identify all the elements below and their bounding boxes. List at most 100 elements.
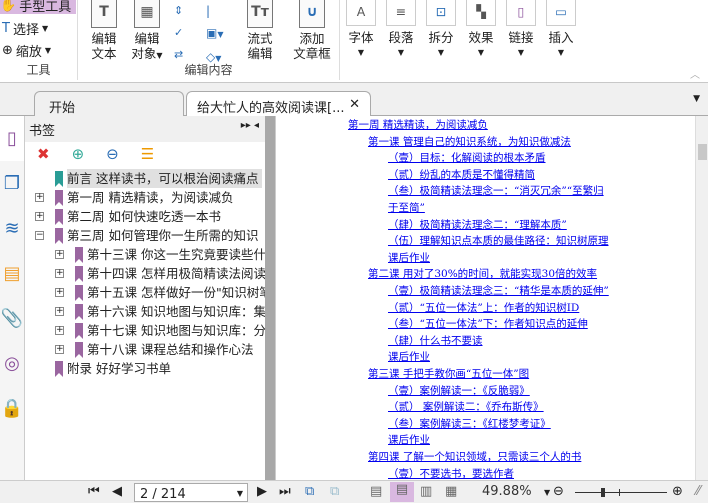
toc-link[interactable]: 课后作业: [388, 250, 430, 265]
attachments-panel-icon[interactable]: 📎: [0, 296, 24, 341]
toc-link[interactable]: （肆）什么书不要读: [388, 333, 483, 348]
scroll-thumb[interactable]: [698, 144, 707, 160]
panel-splitter[interactable]: [265, 116, 275, 480]
goto-bookmark-icon[interactable]: ⊖: [106, 145, 119, 169]
vertical-scrollbar[interactable]: [695, 116, 708, 480]
split-button[interactable]: ⊡ 拆分 ▼: [423, 0, 459, 60]
toc-link[interactable]: （贰） 案例解读二：《乔布斯传》: [388, 399, 544, 414]
bookmark-panel-icon[interactable]: ▯: [0, 116, 24, 161]
add-article-frame-button[interactable]: ∪ 添加 文章框: [290, 0, 334, 61]
toc-link[interactable]: （肆）极简精读法理念二：“理解本质”: [388, 217, 567, 232]
toc-link[interactable]: 于至简”: [388, 200, 425, 215]
toc-link[interactable]: （壹）目标：化解阅读的根本矛盾: [388, 150, 546, 165]
layers-panel-icon[interactable]: ≋: [0, 206, 24, 251]
toc-link[interactable]: （壹）不要选书，要选作者: [388, 466, 514, 481]
bookmark-item[interactable]: + 第二周 如何快速吃透一本书: [25, 207, 265, 226]
next-page-icon[interactable]: ▶: [257, 484, 267, 499]
edit-object-button[interactable]: ▦ 编辑 对象▼: [126, 0, 168, 63]
resize-grip-icon[interactable]: ⁄⁄: [696, 484, 700, 499]
toc-link[interactable]: 第四课 了解一个知识领域，只需读三个人的书: [368, 449, 581, 464]
signature-panel-icon[interactable]: ◎: [0, 341, 24, 386]
expand-icon[interactable]: +: [55, 288, 64, 297]
toc-link[interactable]: （壹）案例解读一：《反脆弱》: [388, 383, 530, 398]
bookmark-item[interactable]: + 第十六课 知识地图与知识库：集: [25, 302, 266, 321]
bookmark-item[interactable]: 附录 好好学习书单: [25, 359, 265, 378]
zoom-dropdown-icon[interactable]: ▼: [544, 488, 550, 497]
text-select-icon: T: [2, 21, 10, 36]
image-comment-icon[interactable]: ▣▼: [206, 22, 224, 46]
pages-panel-icon[interactable]: ❐: [0, 161, 24, 206]
expand-icon[interactable]: +: [35, 212, 44, 221]
toc-link[interactable]: 课后作业: [388, 349, 430, 364]
zoom-out-icon[interactable]: ⊖: [553, 484, 564, 499]
zoom-slider-thumb[interactable]: [600, 488, 605, 497]
single-page-icon[interactable]: ▤: [370, 484, 382, 499]
insert-button[interactable]: ▭ 插入 ▼: [543, 0, 579, 60]
line-spacing-icon[interactable]: ⇕: [174, 0, 183, 22]
tab-list-dropdown-icon[interactable]: ▼: [693, 94, 700, 104]
bookmark-icon: [55, 209, 63, 225]
toc-link[interactable]: （贰）“五位一体法”上：作者的知识树ID: [388, 300, 579, 315]
flow-edit-button[interactable]: Tт 流式 编辑: [242, 0, 278, 61]
tab-start[interactable]: 开始: [34, 91, 184, 116]
close-tab-icon[interactable]: ✕: [349, 97, 360, 112]
collapse-ribbon-icon[interactable]: ︿: [690, 66, 700, 81]
bookmark-options-icon[interactable]: ☰: [141, 145, 154, 169]
comments-panel-icon[interactable]: ▤: [0, 251, 24, 296]
toc-link[interactable]: （贰）纷乱的本质是不懂得精简: [388, 167, 535, 182]
link-icon: ▯: [506, 0, 536, 26]
toc-link[interactable]: （叁）极简精读法理念一：“消灭冗余”“至繁归: [388, 183, 604, 198]
panel-collapse-icon[interactable]: ▸▸ ◂: [241, 120, 259, 131]
last-page-icon[interactable]: ⏭: [279, 484, 291, 499]
expand-icon[interactable]: +: [55, 326, 64, 335]
tab-document[interactable]: 给大忙人的高效阅读课[... ✕: [186, 91, 371, 116]
paragraph-button[interactable]: ≡ 段落 ▼: [383, 0, 419, 60]
zoom-slider[interactable]: [575, 488, 667, 497]
toc-link[interactable]: （叁）案例解读三：《红楼梦考证》: [388, 416, 551, 431]
add-bookmark-icon[interactable]: ⊕: [72, 145, 85, 169]
toc-link[interactable]: 第三课 手把手教你画“五位一体”图: [368, 366, 529, 381]
toc-link[interactable]: 第二课 用对了30%的时间，就能实现30倍的效率: [368, 266, 597, 281]
toc-link[interactable]: （壹）极简精读法理念三：“精华是本质的延伸”: [388, 283, 609, 298]
expand-icon[interactable]: +: [55, 345, 64, 354]
font-button[interactable]: A 字体 ▼: [343, 0, 379, 60]
effect-button[interactable]: ▚ 效果 ▼: [463, 0, 499, 60]
prev-page-icon[interactable]: ◀: [112, 484, 122, 499]
hand-tool-button[interactable]: ✋ 手型工具: [0, 0, 76, 15]
bookmark-item[interactable]: + 第十三课 你这一生究竟要读些什: [25, 245, 266, 264]
link-button[interactable]: ▯ 链接 ▼: [503, 0, 539, 60]
bookmark-item[interactable]: + 第十七课 知识地图与知识库：分: [25, 321, 266, 340]
security-panel-icon[interactable]: 🔒: [0, 386, 24, 431]
toc-link[interactable]: （伍）理解知识点本质的最佳路径：知识树原理: [388, 233, 609, 248]
bookmark-item[interactable]: 前言 这样读书，可以根治阅读痛点: [25, 169, 265, 188]
line-icon[interactable]: |: [206, 0, 224, 22]
collapse-icon[interactable]: −: [35, 231, 44, 240]
expand-icon[interactable]: +: [55, 250, 64, 259]
facing-pages-icon[interactable]: ▥: [420, 484, 432, 499]
zoom-percentage[interactable]: 49.88%: [482, 484, 532, 499]
zoom-tool-button[interactable]: ⊕ 缩放 ▼: [2, 41, 51, 60]
bookmark-item[interactable]: + 第一周 精选精读，为阅读减负: [25, 188, 265, 207]
first-page-icon[interactable]: ⏮: [88, 484, 100, 499]
spell-check-icon[interactable]: ✓: [174, 22, 183, 44]
page-number-input[interactable]: 2 / 214 ▼: [134, 483, 248, 502]
expand-icon[interactable]: +: [35, 193, 44, 202]
toc-link[interactable]: 第一课 管理自己的知识系统，为知识做减法: [368, 134, 571, 149]
previous-view-icon[interactable]: ⧉: [305, 484, 314, 499]
bookmark-item[interactable]: + 第十五课 怎样做好一份"知识树笔: [25, 283, 272, 302]
bookmark-item[interactable]: + 第十八课 课程总结和操作心法: [25, 340, 265, 359]
select-tool-button[interactable]: T 选择 ▼: [2, 19, 48, 38]
next-view-icon[interactable]: ⧉: [330, 484, 339, 499]
toc-link[interactable]: 第一周 精选精读，为阅读减负: [348, 117, 488, 132]
continuous-facing-icon[interactable]: ▦: [445, 484, 457, 499]
bookmark-item[interactable]: + 第十四课 怎样用极简精读法阅读: [25, 264, 266, 283]
toc-link[interactable]: （叁）“五位一体法”下：作者知识点的延伸: [388, 316, 588, 331]
toc-link[interactable]: 课后作业: [388, 432, 430, 447]
delete-bookmark-icon[interactable]: ✖: [37, 145, 50, 169]
zoom-in-icon[interactable]: ⊕: [672, 484, 683, 499]
expand-icon[interactable]: +: [55, 269, 64, 278]
continuous-page-icon[interactable]: ▤: [390, 482, 414, 502]
bookmark-item[interactable]: − 第三周 如何管理你一生所需的知识: [25, 226, 265, 245]
edit-text-button[interactable]: T 编辑 文本: [86, 0, 122, 61]
expand-icon[interactable]: +: [55, 307, 64, 316]
